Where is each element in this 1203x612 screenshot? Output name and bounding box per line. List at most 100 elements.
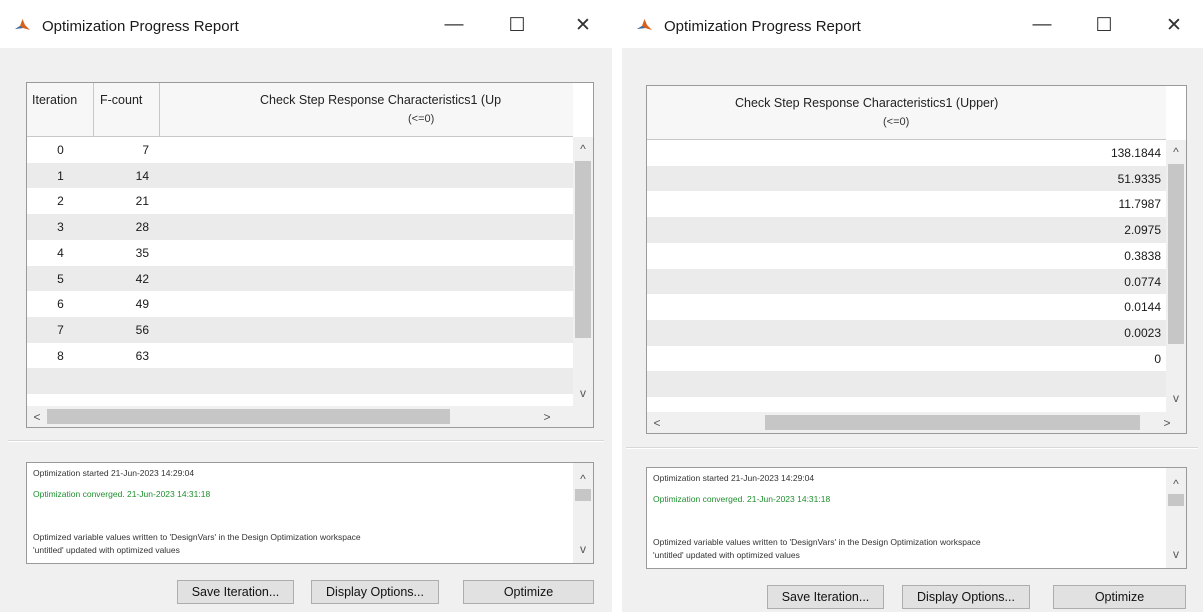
- scroll-down-arrow-icon[interactable]: v: [575, 541, 591, 557]
- log-start-line: Optimization started 21-Jun-2023 14:29:0…: [33, 468, 195, 478]
- log-updated-line: 'untitled' updated with optimized values: [653, 550, 800, 560]
- vertical-scrollbar[interactable]: ^ v: [1166, 140, 1186, 412]
- table-row[interactable]: 3 28: [27, 214, 573, 240]
- fcount-cell: 7: [142, 143, 149, 157]
- log-vertical-scrollbar[interactable]: ^ v: [573, 463, 593, 563]
- scroll-down-arrow-icon[interactable]: v: [575, 385, 591, 401]
- table-row[interactable]: [647, 371, 1166, 397]
- iteration-cell: 1: [57, 168, 64, 183]
- fcount-cell: 21: [135, 194, 149, 209]
- column-header-fcount[interactable]: F-count: [94, 83, 160, 137]
- horizontal-scrollbar[interactable]: < >: [647, 412, 1186, 433]
- fcount-cell: 14: [135, 168, 149, 183]
- constraint-table[interactable]: Check Step Response Characteristics1 (Up…: [646, 85, 1187, 434]
- maximize-button[interactable]: ☐: [1087, 10, 1121, 40]
- matlab-icon: [14, 17, 31, 34]
- panel-divider[interactable]: [8, 440, 604, 442]
- table-row[interactable]: 51.9335: [647, 165, 1166, 192]
- log-converged-line: Optimization converged. 21-Jun-2023 14:3…: [653, 494, 831, 504]
- scroll-right-arrow-icon[interactable]: >: [1159, 415, 1175, 431]
- progress-report-window-right: Optimization Progress Report — ☐ ✕ Check…: [622, 0, 1203, 612]
- table-row[interactable]: 6 49: [27, 291, 573, 317]
- window-gap: [612, 0, 622, 612]
- table-row[interactable]: 0.0144: [647, 294, 1166, 320]
- horizontal-scrollbar[interactable]: < >: [27, 406, 593, 427]
- scrollbar-thumb[interactable]: [575, 489, 591, 501]
- table-row[interactable]: 5 42: [27, 265, 573, 292]
- scroll-down-arrow-icon[interactable]: v: [1168, 546, 1184, 562]
- constraint-value-cell: 11.7987: [1118, 197, 1162, 212]
- iteration-table[interactable]: Iteration F-count Check Step Response Ch…: [26, 82, 594, 428]
- scroll-up-arrow-icon[interactable]: ^: [575, 141, 591, 157]
- log-converged-line: Optimization converged. 21-Jun-2023 14:3…: [33, 489, 211, 499]
- scroll-down-arrow-icon[interactable]: v: [1168, 390, 1184, 406]
- scroll-up-arrow-icon[interactable]: ^: [1168, 476, 1184, 492]
- close-button[interactable]: ✕: [566, 10, 600, 40]
- title-bar[interactable]: Optimization Progress Report — ☐ ✕: [622, 0, 1203, 48]
- table-row[interactable]: 8 63: [27, 342, 573, 369]
- maximize-button[interactable]: ☐: [500, 10, 534, 40]
- scroll-left-arrow-icon[interactable]: <: [649, 415, 665, 431]
- table-row[interactable]: 4 35: [27, 239, 573, 266]
- table-row[interactable]: 07: [27, 137, 573, 163]
- display-options-button[interactable]: Display Options...: [902, 585, 1030, 609]
- table-row[interactable]: 0.3838: [647, 242, 1166, 269]
- table-row[interactable]: 2 21: [27, 188, 573, 215]
- log-vertical-scrollbar[interactable]: ^ v: [1166, 468, 1186, 568]
- table-row[interactable]: 0.0023: [647, 319, 1166, 346]
- scrollbar-thumb[interactable]: [1168, 494, 1184, 506]
- log-written-line: Optimized variable values written to 'De…: [33, 532, 361, 542]
- constraint-value-cell: 0.0023: [1124, 325, 1161, 340]
- status-log[interactable]: Optimization started 21-Jun-2023 14:29:0…: [646, 467, 1187, 569]
- table-row[interactable]: 7 56: [27, 316, 573, 343]
- status-log[interactable]: Optimization started 21-Jun-2023 14:29:0…: [26, 462, 594, 564]
- table-row[interactable]: 11.7987: [647, 191, 1166, 218]
- close-button[interactable]: ✕: [1157, 10, 1191, 40]
- table-row[interactable]: 0: [647, 345, 1166, 372]
- log-written-line: Optimized variable values written to 'De…: [653, 537, 981, 547]
- constraint-value-cell: 0.0144: [1124, 300, 1161, 315]
- save-iteration-button[interactable]: Save Iteration...: [767, 585, 884, 609]
- iteration-cell: 6: [57, 297, 64, 312]
- window-title: Optimization Progress Report: [664, 18, 861, 35]
- constraint-value-cell: 0.0774: [1124, 274, 1161, 289]
- minimize-button[interactable]: —: [1025, 10, 1059, 40]
- fcount-cell: 56: [135, 322, 149, 337]
- scroll-right-arrow-icon[interactable]: >: [539, 409, 555, 425]
- save-iteration-button[interactable]: Save Iteration...: [177, 580, 294, 604]
- constraint-value-cell: 2.0975: [1124, 223, 1161, 238]
- scroll-up-arrow-icon[interactable]: ^: [1168, 144, 1184, 160]
- title-bar[interactable]: Optimization Progress Report — ☐ ✕: [0, 0, 612, 48]
- fcount-cell: 28: [135, 220, 149, 235]
- iteration-cell: 7: [57, 322, 64, 337]
- fcount-cell: 49: [135, 297, 149, 312]
- iteration-cell: 3: [57, 220, 64, 235]
- scroll-up-arrow-icon[interactable]: ^: [575, 471, 591, 487]
- constraint-value-cell: 0: [1154, 351, 1161, 366]
- table-row[interactable]: 138.1844: [647, 140, 1166, 166]
- constraint-value-cell: 51.9335: [1117, 171, 1161, 186]
- table-row[interactable]: [27, 368, 573, 394]
- scroll-left-arrow-icon[interactable]: <: [29, 409, 45, 425]
- optimize-button[interactable]: Optimize: [1053, 585, 1186, 609]
- scrollbar-thumb[interactable]: [47, 409, 450, 424]
- minimize-button[interactable]: —: [437, 10, 471, 40]
- table-row[interactable]: 1 14: [27, 162, 573, 189]
- scrollbar-thumb[interactable]: [1168, 164, 1184, 344]
- display-options-button[interactable]: Display Options...: [311, 580, 439, 604]
- table-header: Check Step Response Characteristics1 (Up…: [647, 86, 1166, 140]
- fcount-cell: 35: [135, 245, 149, 260]
- scrollbar-thumb[interactable]: [575, 161, 591, 338]
- scrollbar-thumb[interactable]: [765, 415, 1140, 430]
- vertical-scrollbar[interactable]: ^ v: [573, 137, 593, 406]
- column-header-constraint[interactable]: Check Step Response Characteristics1 (Up…: [160, 83, 573, 137]
- table-row[interactable]: 2.0975: [647, 217, 1166, 243]
- column-header-constraint[interactable]: Check Step Response Characteristics1 (Up…: [647, 86, 1166, 140]
- column-header-iteration[interactable]: Iteration: [27, 83, 94, 137]
- log-updated-line: 'untitled' updated with optimized values: [33, 545, 180, 555]
- window-title: Optimization Progress Report: [42, 18, 239, 35]
- constraint-value-cell: 138.1844: [1110, 146, 1161, 160]
- panel-divider[interactable]: [626, 447, 1198, 449]
- table-row[interactable]: 0.0774: [647, 268, 1166, 295]
- optimize-button[interactable]: Optimize: [463, 580, 594, 604]
